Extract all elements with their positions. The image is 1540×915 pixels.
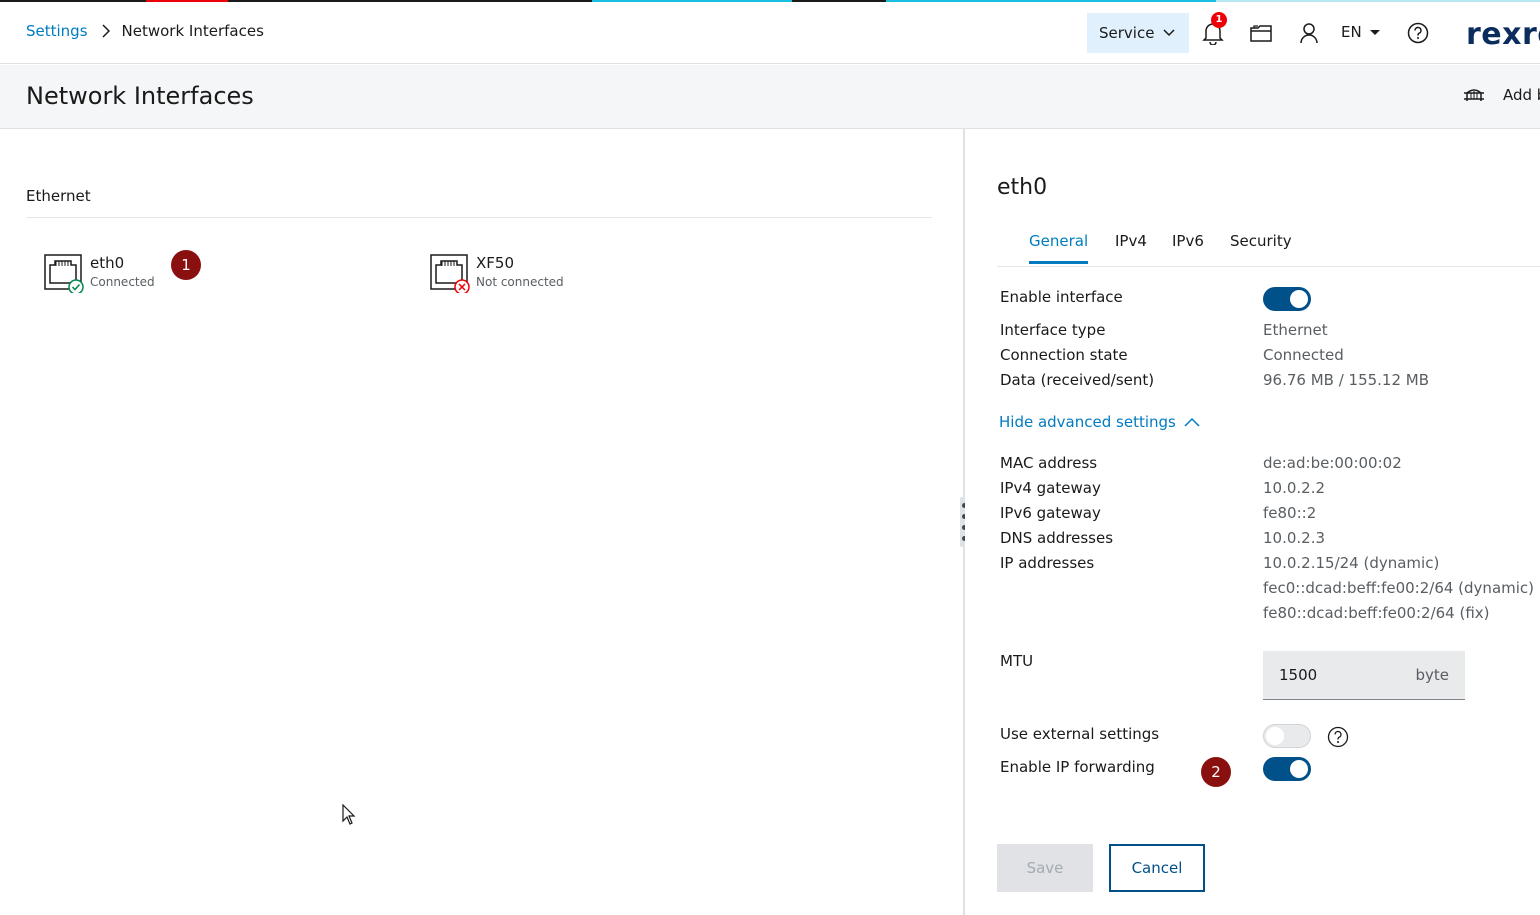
folder-icon[interactable]: [1249, 21, 1273, 45]
interfaces-list-pane: Ethernet eth0 Connected 1 XF50 Not conne…: [0, 129, 964, 915]
ip-address-value: 10.0.2.15/24 (dynamic): [1263, 554, 1440, 572]
data-traffic-value: 96.76 MB / 155.12 MB: [1263, 371, 1430, 389]
mtu-value: 1500: [1279, 666, 1318, 684]
cancel-button[interactable]: Cancel: [1109, 844, 1205, 892]
step-marker-2: 2: [1201, 757, 1231, 787]
ip-forwarding-label: Enable IP forwarding: [1000, 758, 1155, 776]
page-titlebar: Network Interfaces Add bridge: [0, 65, 1540, 129]
brand-logo: rexroth: [1466, 17, 1540, 52]
use-external-settings-label: Use external settings: [1000, 725, 1160, 743]
interface-detail-pane: eth0 General IPv4 IPv6 Security Enable i…: [965, 129, 1540, 915]
user-icon[interactable]: [1297, 21, 1321, 45]
ipv6-gateway-value: fe80::2: [1263, 504, 1317, 522]
mtu-label: MTU: [1000, 652, 1034, 670]
mac-address-value: de:ad:be:00:00:02: [1263, 454, 1402, 472]
tab-ipv6[interactable]: IPv6: [1172, 232, 1204, 264]
chevron-down-icon: [1163, 29, 1175, 37]
interface-state: Not connected: [476, 275, 564, 289]
breadcrumb: Settings Network Interfaces: [26, 22, 264, 40]
dns-addresses-value: 10.0.2.3: [1263, 529, 1326, 547]
language-selector[interactable]: EN: [1341, 23, 1380, 41]
service-dropdown[interactable]: Service: [1087, 13, 1189, 53]
add-bridge-label: Add bridge: [1503, 86, 1540, 104]
ip-addresses-label: IP addresses: [1000, 554, 1095, 572]
add-bridge-button[interactable]: Add bridge: [1463, 86, 1540, 104]
interface-item-xf50[interactable]: XF50 Not connected: [430, 253, 564, 295]
dns-addresses-label: DNS addresses: [1000, 529, 1114, 547]
interface-name: XF50: [476, 254, 514, 272]
service-label: Service: [1099, 24, 1155, 42]
ipv4-gateway-value: 10.0.2.2: [1263, 479, 1326, 497]
breadcrumb-current: Network Interfaces: [121, 22, 264, 40]
tab-security[interactable]: Security: [1230, 232, 1292, 264]
connection-state-label: Connection state: [1000, 346, 1128, 364]
interface-type-label: Interface type: [1000, 321, 1106, 339]
mtu-unit: byte: [1415, 666, 1449, 684]
advanced-link-label: Hide advanced settings: [999, 413, 1176, 431]
mouse-cursor-icon: [342, 804, 356, 825]
ip-address-value: fe80::dcad:beff:fe00:2/64 (fix): [1263, 604, 1490, 622]
interface-item-eth0[interactable]: eth0 Connected: [44, 253, 155, 295]
detail-title: eth0: [997, 175, 1048, 200]
section-divider: [26, 217, 932, 218]
chevron-up-icon: [1184, 417, 1200, 427]
ip-forwarding-toggle[interactable]: [1263, 757, 1311, 781]
ip-address-value: fec0::dcad:beff:fe00:2/64 (dynamic): [1263, 579, 1535, 597]
tab-general[interactable]: General: [1029, 232, 1089, 264]
page-title: Network Interfaces: [26, 82, 254, 110]
data-traffic-label: Data (received/sent): [1000, 371, 1155, 389]
mac-address-label: MAC address: [1000, 454, 1098, 472]
hide-advanced-settings-link[interactable]: Hide advanced settings: [999, 413, 1200, 431]
use-external-settings-toggle[interactable]: [1263, 724, 1311, 748]
tab-ipv4[interactable]: IPv4: [1115, 232, 1147, 264]
chevron-right-icon: [101, 24, 110, 38]
bridge-icon: [1464, 89, 1484, 101]
mtu-input[interactable]: 1500 byte: [1263, 651, 1465, 700]
connection-state-value: Connected: [1263, 346, 1344, 364]
caret-down-icon: [1369, 29, 1380, 35]
enable-interface-label: Enable interface: [1000, 288, 1123, 306]
ipv6-gateway-label: IPv6 gateway: [1000, 504, 1101, 522]
ethernet-section-title: Ethernet: [26, 187, 91, 205]
interface-name: eth0: [90, 254, 125, 272]
language-label: EN: [1341, 23, 1362, 41]
enable-interface-toggle[interactable]: [1263, 287, 1311, 311]
ethernet-port-icon: [430, 253, 470, 295]
interface-state: Connected: [90, 275, 155, 289]
help-icon[interactable]: [1406, 21, 1430, 45]
ethernet-port-icon: [44, 253, 84, 295]
step-marker-1: 1: [171, 250, 201, 280]
detail-tabs: General IPv4 IPv6 Security: [997, 229, 1540, 267]
help-icon[interactable]: [1327, 726, 1349, 748]
notification-badge: 1: [1211, 12, 1227, 28]
breadcrumb-settings-link[interactable]: Settings: [26, 22, 88, 40]
interface-type-value: Ethernet: [1263, 321, 1328, 339]
save-button[interactable]: Save: [997, 844, 1093, 892]
top-header: Settings Network Interfaces Service 1 EN…: [0, 2, 1540, 64]
ipv4-gateway-label: IPv4 gateway: [1000, 479, 1101, 497]
